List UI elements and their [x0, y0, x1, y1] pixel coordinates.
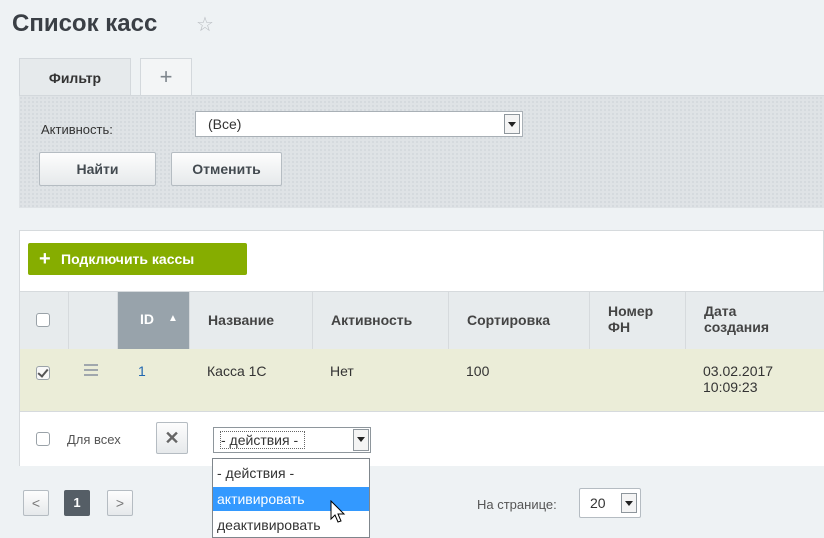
- connect-cash-registers-button[interactable]: + Подключить кассы: [28, 243, 247, 275]
- column-header-created[interactable]: Дата создания: [685, 292, 824, 349]
- column-header-name[interactable]: Название: [189, 292, 312, 349]
- column-header-sort[interactable]: Сортировка: [448, 292, 589, 349]
- activity-select[interactable]: (Все): [195, 111, 523, 137]
- column-header-activity[interactable]: Активность: [312, 292, 448, 349]
- activity-label: Активность:: [41, 122, 113, 137]
- add-filter-tab-button[interactable]: +: [140, 58, 192, 96]
- row-created: 03.02.2017 10:09:23: [703, 363, 774, 395]
- next-page-button[interactable]: >: [107, 490, 133, 516]
- delete-button[interactable]: ✕: [156, 422, 188, 454]
- table-row[interactable]: 1 Касса 1С Нет 100 03.02.2017 10:09:23: [20, 349, 824, 412]
- row-id[interactable]: 1: [138, 363, 146, 379]
- row-checkbox[interactable]: [36, 366, 50, 380]
- filter-panel: Активность: (Все) Найти Отменить: [19, 95, 824, 208]
- cancel-button[interactable]: Отменить: [171, 152, 282, 186]
- current-page[interactable]: 1: [64, 490, 90, 516]
- mouse-cursor-icon: [330, 500, 346, 523]
- cash-register-list: + Подключить кассы ID ▲ Название Активно…: [19, 230, 824, 466]
- column-header-id[interactable]: ID ▲: [117, 292, 189, 349]
- favorite-star-icon[interactable]: ☆: [196, 12, 214, 37]
- header-select-all-cell: [20, 292, 68, 349]
- header-menu-cell: [68, 292, 117, 349]
- chevron-down-icon[interactable]: [621, 493, 637, 513]
- dropdown-option-none[interactable]: - действия -: [213, 461, 369, 485]
- page-title: Список касс: [12, 10, 158, 37]
- for-all-checkbox[interactable]: [36, 432, 50, 446]
- table-header: ID ▲ Название Активность Сортировка Номе…: [20, 291, 824, 350]
- tab-filter[interactable]: Фильтр: [19, 58, 131, 96]
- per-page-select[interactable]: 20: [579, 488, 641, 518]
- actions-select[interactable]: - действия -: [213, 427, 371, 453]
- chevron-down-icon[interactable]: [504, 114, 520, 134]
- group-actions-bar: Для всех ✕ - действия -: [20, 412, 824, 466]
- actions-select-value: - действия -: [220, 431, 306, 449]
- for-all-label: Для всех: [67, 432, 121, 447]
- select-all-checkbox[interactable]: [36, 313, 50, 327]
- prev-page-button[interactable]: <: [23, 490, 49, 516]
- row-sort: 100: [466, 363, 490, 379]
- per-page-label: На странице:: [477, 497, 557, 512]
- actions-dropdown-list: - действия - активировать деактивировать: [212, 458, 370, 538]
- find-button[interactable]: Найти: [39, 152, 156, 186]
- row-active: Нет: [330, 363, 354, 379]
- row-menu-icon[interactable]: [84, 364, 98, 379]
- close-icon: ✕: [164, 428, 180, 448]
- connect-cash-registers-label: Подключить кассы: [61, 251, 195, 267]
- per-page-value: 20: [590, 495, 606, 511]
- column-header-fn-number[interactable]: Номер ФН: [589, 292, 685, 349]
- activity-select-value: (Все): [208, 116, 242, 132]
- chevron-down-icon[interactable]: [353, 429, 369, 451]
- row-name: Касса 1С: [207, 363, 267, 379]
- sort-asc-icon: ▲: [168, 313, 178, 324]
- plus-icon: +: [39, 248, 51, 270]
